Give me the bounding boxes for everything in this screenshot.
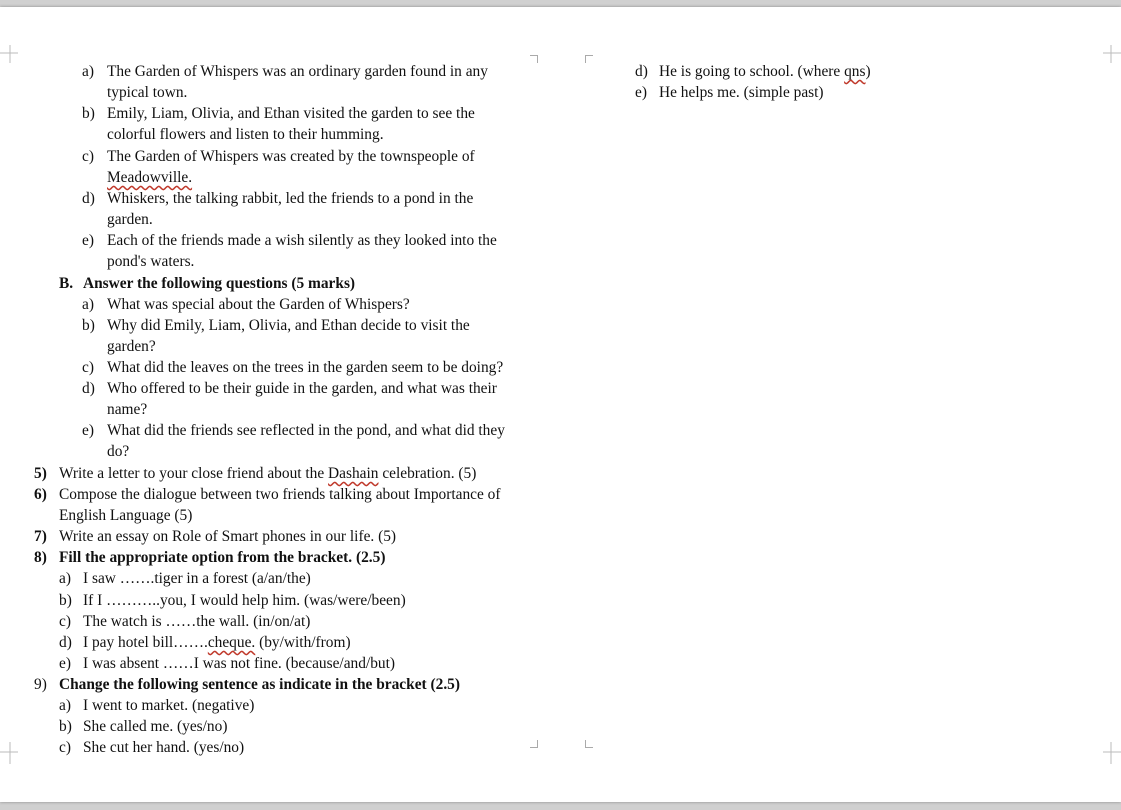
column-corner-mark [585,740,593,748]
question-number: 7) [34,528,47,545]
section-label: B. [59,275,74,292]
spellcheck-word: qns [844,63,866,80]
question-text: Write a letter to your close friend abou… [59,465,477,482]
list-item-label: e) [59,655,71,672]
spellcheck-word: cheque. [207,634,256,651]
list-item-label: a) [82,296,94,313]
list-item-label: c) [59,739,71,756]
list-item-text: I saw …….tiger in a forest (a/an/the) [83,570,311,587]
list-item-label: a) [82,63,94,80]
section-heading: Answer the following questions (5 marks) [83,275,356,292]
question-number: 6) [34,486,47,503]
list-item-text: pond's waters. [107,253,195,270]
column-corner-mark [530,55,538,63]
list-item-label: d) [635,63,648,80]
crop-mark-top-right [1103,45,1121,63]
spellcheck-word: Dashain [328,465,379,482]
list-item-label: b) [59,718,72,735]
list-item-text: I pay hotel bill…….cheque. (by/with/from… [83,634,351,651]
list-item-text: The watch is ……the wall. (in/on/at) [83,613,311,630]
list-item-label: a) [59,697,71,714]
question-text: English Language (5) [59,507,193,524]
document-page: a) The Garden of Whispers was an ordinar… [0,7,1121,802]
crop-mark-bottom-right [1103,742,1121,764]
list-item-text: What did the leaves on the trees in the … [107,359,504,376]
list-item-text: garden? [107,338,156,355]
list-item-text: He helps me. (simple past) [659,84,824,101]
list-item-text: She called me. (yes/no) [83,718,228,735]
list-item-text: What did the friends see reflected in th… [107,422,505,439]
list-item-text: Whiskers, the talking rabbit, led the fr… [107,190,474,207]
list-item-text: I went to market. (negative) [83,697,255,714]
list-item-text: If I ………..you, I would help him. (was/we… [83,592,406,609]
column-corner-mark [530,740,538,748]
crop-mark-top-left [0,45,18,63]
list-item-label: d) [82,380,95,397]
question-number: 5) [34,465,47,482]
question-number: 8) [34,549,47,566]
list-item-text: do? [107,443,130,460]
list-item-text: Emily, Liam, Olivia, and Ethan visited t… [107,105,475,122]
list-item-text: I was absent ……I was not fine. (because/… [83,655,395,672]
list-item-text: The Garden of Whispers was an ordinary g… [107,63,488,80]
list-item-label: c) [82,359,94,376]
column-corner-mark [585,55,593,63]
list-item-text: Each of the friends made a wish silently… [107,232,497,249]
list-item-label: e) [82,232,94,249]
list-item-label: e) [635,84,647,101]
list-item-label: d) [59,634,72,651]
question-text: Write an essay on Role of Smart phones i… [59,528,397,545]
list-item-label: d) [82,190,95,207]
list-item-label: b) [82,317,95,334]
list-item-text: She cut her hand. (yes/no) [83,739,245,756]
list-item-text: Why did Emily, Liam, Olivia, and Ethan d… [107,317,470,334]
crop-mark-bottom-left [0,742,18,764]
list-item-label: c) [59,613,71,630]
list-item-text: typical town. [107,84,188,101]
list-item-label: c) [82,148,94,165]
list-item-text: What was special about the Garden of Whi… [107,296,410,313]
question-heading: Change the following sentence as indicat… [59,676,460,693]
list-item-text: Meadowville. [107,169,193,186]
list-item-text: colorful flowers and listen to their hum… [107,126,384,143]
question-number: 9) [34,676,47,693]
list-item-label: a) [59,570,71,587]
list-item-label: b) [82,105,95,122]
list-item-label: b) [59,592,72,609]
list-item-text: Who offered to be their guide in the gar… [107,380,497,397]
question-text: Compose the dialogue between two friends… [59,486,501,503]
question-heading: Fill the appropriate option from the bra… [59,549,386,566]
list-item-text: The Garden of Whispers was created by th… [107,148,475,165]
list-item-label: e) [82,422,94,439]
list-item-text: name? [107,401,148,418]
list-item-text: He is going to school. (where qns) [659,63,871,80]
list-item-text: garden. [107,211,153,228]
